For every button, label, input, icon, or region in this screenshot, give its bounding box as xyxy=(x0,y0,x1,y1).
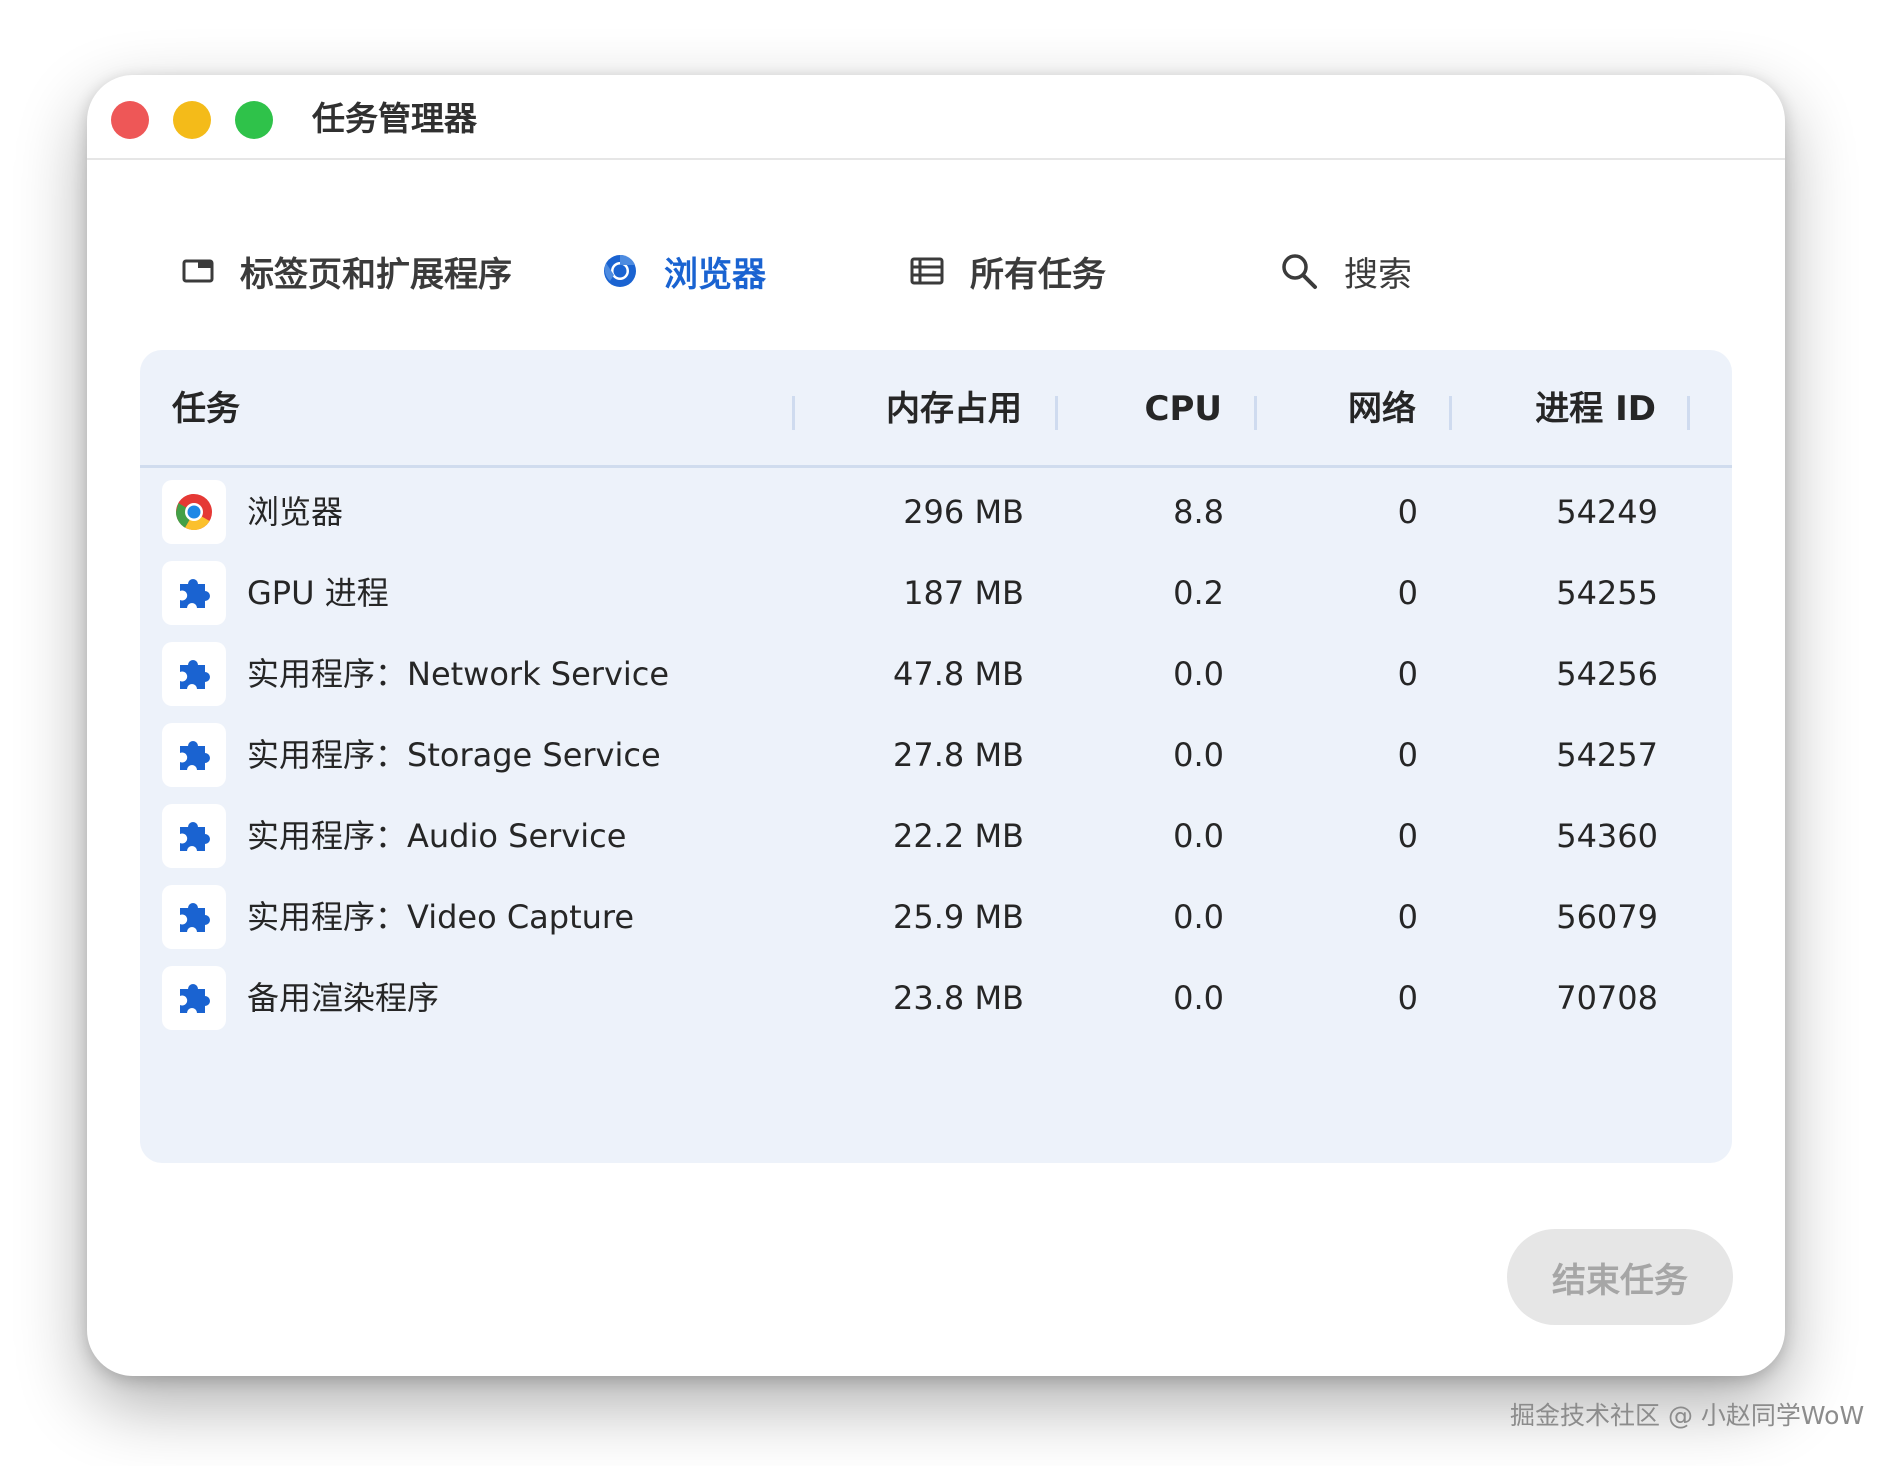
close-window-button[interactable] xyxy=(111,101,149,139)
header-memory[interactable]: 内存占用 xyxy=(886,386,1022,432)
pid-value: 54249 xyxy=(1556,493,1658,531)
puzzle-icon xyxy=(162,723,226,787)
tab-browser[interactable]: 浏览器 xyxy=(602,225,766,317)
table-row[interactable]: GPU 进程 187 MB 0.2 0 54255 xyxy=(140,555,1732,636)
header-cpu[interactable]: CPU xyxy=(1145,386,1222,432)
tab-label: 所有任务 xyxy=(970,254,1106,295)
pid-value: 70708 xyxy=(1556,979,1658,1017)
puzzle-icon xyxy=(162,804,226,868)
title-bar: 任务管理器 xyxy=(87,75,1785,160)
header-task[interactable]: 任务 xyxy=(172,386,240,432)
cpu-value: 0.0 xyxy=(1173,979,1224,1017)
maximize-window-button[interactable] xyxy=(235,101,273,139)
memory-value: 22.2 MB xyxy=(893,817,1024,855)
header-pid[interactable]: 进程 ID xyxy=(1535,386,1656,432)
table-row[interactable]: 实用程序：Network Service 47.8 MB 0.0 0 54256 xyxy=(140,636,1732,717)
pid-value: 54257 xyxy=(1556,736,1658,774)
puzzle-icon xyxy=(162,885,226,949)
table-row[interactable]: 实用程序：Video Capture 25.9 MB 0.0 0 56079 xyxy=(140,879,1732,960)
cpu-value: 0.0 xyxy=(1173,817,1224,855)
cpu-value: 0.0 xyxy=(1173,898,1224,936)
pid-value: 54360 xyxy=(1556,817,1658,855)
table-row[interactable]: 浏览器 296 MB 8.8 0 54249 xyxy=(140,474,1732,555)
cpu-value: 0.2 xyxy=(1173,574,1224,612)
cpu-value: 0.0 xyxy=(1173,736,1224,774)
end-task-button[interactable]: 结束任务 xyxy=(1507,1229,1733,1325)
pid-value: 56079 xyxy=(1556,898,1658,936)
table-row[interactable]: 备用渲染程序 23.8 MB 0.0 0 70708 xyxy=(140,960,1732,1041)
header-network[interactable]: 网络 xyxy=(1348,386,1416,432)
chrome-icon xyxy=(602,253,638,289)
table-row[interactable]: 实用程序：Storage Service 27.8 MB 0.0 0 54257 xyxy=(140,717,1732,798)
search-label: 搜索 xyxy=(1344,254,1412,295)
task-name: GPU 进程 xyxy=(247,574,389,612)
task-name: 备用渲染程序 xyxy=(247,979,440,1017)
pid-value: 54256 xyxy=(1556,655,1658,693)
puzzle-icon xyxy=(162,642,226,706)
task-table: 任务 内存占用 CPU 网络 进程 ID 浏览器 296 MB 8.8 0 54… xyxy=(140,350,1732,1163)
puzzle-icon xyxy=(162,966,226,1030)
tab-label: 浏览器 xyxy=(664,254,766,295)
memory-value: 25.9 MB xyxy=(893,898,1024,936)
task-name: 实用程序：Audio Service xyxy=(247,817,627,855)
table-row[interactable]: 实用程序：Audio Service 22.2 MB 0.0 0 54360 xyxy=(140,798,1732,879)
network-value: 0 xyxy=(1397,736,1418,774)
memory-value: 27.8 MB xyxy=(893,736,1024,774)
tab-icon xyxy=(182,259,214,283)
column-resize-handle[interactable] xyxy=(1055,396,1058,430)
window-title: 任务管理器 xyxy=(312,99,477,138)
memory-value: 296 MB xyxy=(903,493,1024,531)
puzzle-icon xyxy=(162,561,226,625)
network-value: 0 xyxy=(1397,898,1418,936)
tab-tabs-and-extensions[interactable]: 标签页和扩展程序 xyxy=(182,225,512,317)
task-name: 实用程序：Storage Service xyxy=(247,736,661,774)
memory-value: 187 MB xyxy=(903,574,1024,612)
column-resize-handle[interactable] xyxy=(1254,396,1257,430)
search-icon xyxy=(1280,252,1318,290)
column-resize-handle[interactable] xyxy=(792,396,795,430)
task-name: 实用程序：Video Capture xyxy=(247,898,635,936)
tab-all-tasks[interactable]: 所有任务 xyxy=(910,225,1106,317)
task-manager-window: 任务管理器 标签页和扩展程序 浏览器 所有任务 搜索 任务 内存占用 CPU 网… xyxy=(87,75,1785,1376)
network-value: 0 xyxy=(1397,979,1418,1017)
network-value: 0 xyxy=(1397,493,1418,531)
tab-label: 标签页和扩展程序 xyxy=(240,254,512,295)
column-resize-handle[interactable] xyxy=(1687,396,1690,430)
network-value: 0 xyxy=(1397,574,1418,612)
cpu-value: 0.0 xyxy=(1173,655,1224,693)
network-value: 0 xyxy=(1397,655,1418,693)
chrome-icon xyxy=(162,480,226,544)
column-resize-handle[interactable] xyxy=(1449,396,1452,430)
minimize-window-button[interactable] xyxy=(173,101,211,139)
network-value: 0 xyxy=(1397,817,1418,855)
task-name: 实用程序：Network Service xyxy=(247,655,670,693)
pid-value: 54255 xyxy=(1556,574,1658,612)
memory-value: 47.8 MB xyxy=(893,655,1024,693)
table-header: 任务 内存占用 CPU 网络 进程 ID xyxy=(140,350,1732,468)
cpu-value: 8.8 xyxy=(1173,493,1224,531)
watermark: 掘金技术社区 @ 小赵同学WoW xyxy=(1510,1401,1865,1430)
task-name: 浏览器 xyxy=(247,493,344,531)
list-icon xyxy=(910,257,944,285)
search-button[interactable]: 搜索 xyxy=(1280,225,1412,317)
memory-value: 23.8 MB xyxy=(893,979,1024,1017)
